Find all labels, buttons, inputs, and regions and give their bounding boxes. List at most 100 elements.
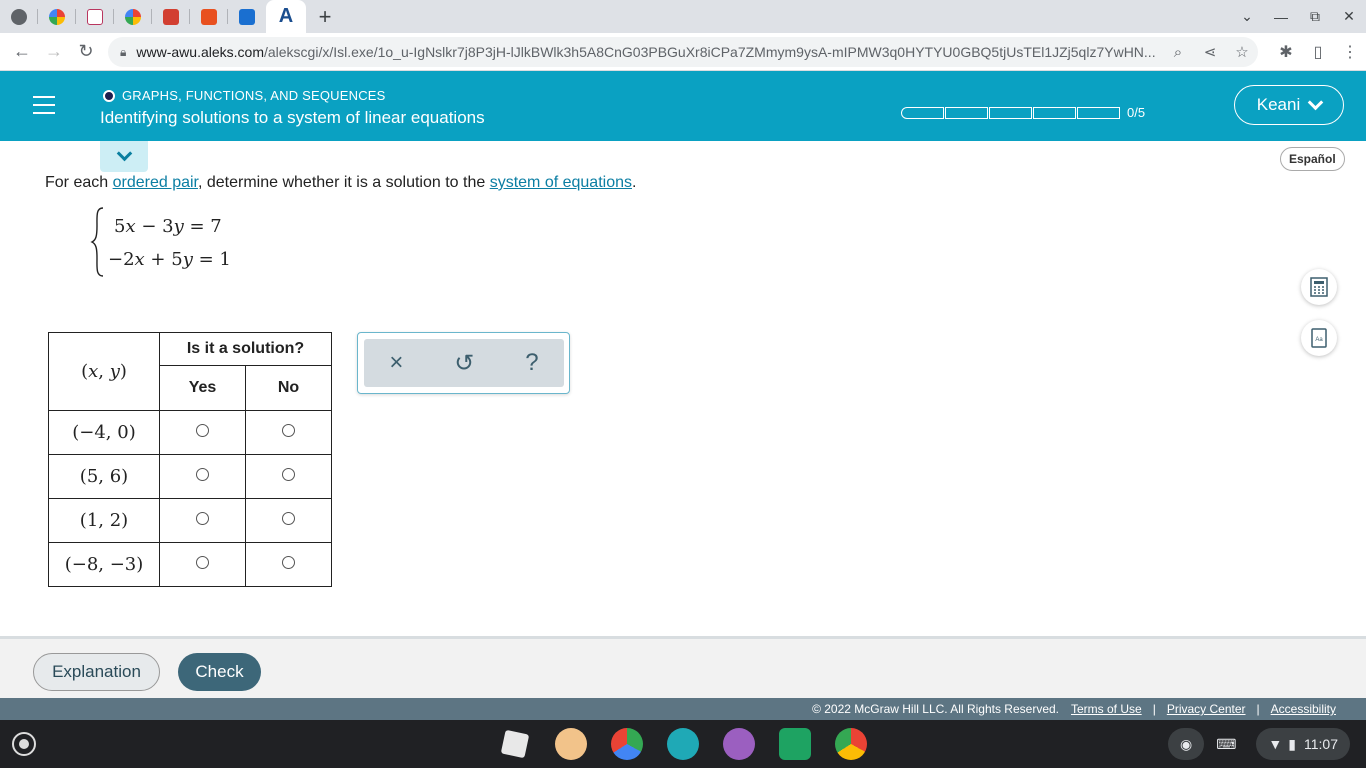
aleks-header: GRAPHS, FUNCTIONS, AND SEQUENCES Identif… xyxy=(0,71,1366,141)
radio-no[interactable] xyxy=(282,511,295,525)
star-icon[interactable]: ☆ xyxy=(1226,43,1258,61)
side-panel-icon[interactable]: ▯ xyxy=(1302,42,1334,62)
app-whale-icon[interactable] xyxy=(667,728,699,760)
pair-cell: (1, 2) xyxy=(48,498,160,543)
app-roblox-icon[interactable] xyxy=(500,729,530,759)
minimize-icon[interactable]: — xyxy=(1264,9,1298,25)
slides-icon xyxy=(163,8,179,25)
espanol-button[interactable]: Español xyxy=(1280,147,1345,171)
browser-actions: ✱ ▯ ⋮ xyxy=(1270,33,1366,71)
answer-toolbar: × ↺ ? xyxy=(364,339,564,387)
os-shelf: ◉ ⌨ ▼ ▮ 11:07 xyxy=(0,720,1366,768)
speaker-icon: ◉ xyxy=(1179,735,1193,752)
battery-icon: ▮ xyxy=(1288,735,1296,752)
footer-actions: Explanation Check xyxy=(0,636,1366,698)
terms-link[interactable]: Terms of Use xyxy=(1071,702,1142,716)
collapse-header-button[interactable] xyxy=(100,141,148,172)
tab-search-icon[interactable]: ⌄ xyxy=(1230,8,1264,25)
pair-cell: (−8, −3) xyxy=(48,542,160,587)
launcher-icon[interactable] xyxy=(12,732,36,756)
url-path: /alekscgi/x/Isl.exe/1o_u-IgNslkr7j8P3jH-… xyxy=(263,44,1156,60)
app-chrome-icon[interactable] xyxy=(835,728,867,760)
share-icon[interactable]: ⋖ xyxy=(1194,43,1226,61)
tab-slides-1[interactable] xyxy=(152,0,190,33)
app-calculator-icon[interactable] xyxy=(779,728,811,760)
copyright-text: © 2022 McGraw Hill LLC. All Rights Reser… xyxy=(812,702,1059,716)
extensions-icon[interactable]: ✱ xyxy=(1270,42,1302,62)
address-bar[interactable]: 🔒︎ www-awu.aleks.com/alekscgi/x/Isl.exe/… xyxy=(108,37,1258,67)
reload-button[interactable]: ↻ xyxy=(70,33,102,71)
solution-table: (x, y) Is it a solution? Yes No (−4, 0) … xyxy=(48,332,332,587)
tab-globe[interactable] xyxy=(0,0,38,33)
hamburger-menu-icon[interactable] xyxy=(33,96,55,114)
progress-segment xyxy=(945,106,988,119)
tab-slides-2[interactable] xyxy=(190,0,228,33)
pair-column-header: (x, y) xyxy=(48,332,160,411)
system-of-equations-link[interactable]: system of equations xyxy=(490,174,632,191)
ordered-pair-link[interactable]: ordered pair xyxy=(113,174,198,191)
status-pill[interactable]: ▼ ▮ 11:07 xyxy=(1256,728,1350,760)
calculator-button[interactable] xyxy=(1301,269,1337,305)
app-game-icon[interactable] xyxy=(555,728,587,760)
radio-no[interactable] xyxy=(282,467,295,481)
app-play-store-icon[interactable] xyxy=(611,728,643,760)
close-window-icon[interactable]: ✕ xyxy=(1332,8,1366,25)
radio-no[interactable] xyxy=(282,555,295,569)
table-row: (1, 2) xyxy=(48,498,332,543)
radio-yes[interactable] xyxy=(196,555,209,569)
tab-google-2[interactable] xyxy=(114,0,152,33)
copyright-bar: © 2022 McGraw Hill LLC. All Rights Reser… xyxy=(0,698,1366,720)
question-prompt: For each ordered pair, determine whether… xyxy=(45,174,637,191)
keyboard-icon[interactable]: ⌨ xyxy=(1216,736,1236,753)
radio-yes[interactable] xyxy=(196,423,209,437)
topic-dot-icon xyxy=(103,89,115,102)
dictionary-button[interactable]: Aa xyxy=(1301,320,1337,356)
no-header: No xyxy=(245,365,332,411)
progress-segment xyxy=(1077,106,1120,119)
privacy-link[interactable]: Privacy Center xyxy=(1167,702,1246,716)
radio-yes[interactable] xyxy=(196,467,209,481)
forward-button[interactable]: → xyxy=(38,33,70,71)
accessibility-link[interactable]: Accessibility xyxy=(1271,702,1336,716)
topic-name: GRAPHS, FUNCTIONS, AND SEQUENCES xyxy=(122,88,386,103)
user-name: Keani xyxy=(1256,95,1301,114)
shelf-apps xyxy=(499,728,891,760)
globe-icon xyxy=(11,8,27,25)
help-button[interactable]: ? xyxy=(525,349,538,377)
progress-segment xyxy=(901,106,944,119)
progress-segment xyxy=(989,106,1032,119)
chevron-down-icon xyxy=(116,145,132,162)
back-button[interactable]: ← xyxy=(6,33,38,71)
check-button[interactable]: Check xyxy=(178,653,261,691)
google-icon xyxy=(49,8,65,25)
undo-button[interactable]: ↺ xyxy=(454,349,474,378)
pair-cell: (−4, 0) xyxy=(48,410,160,455)
browser-toolbar: ← → ↻ 🔒︎ www-awu.aleks.com/alekscgi/x/Is… xyxy=(0,33,1366,71)
slides-icon xyxy=(201,8,217,25)
clear-button[interactable]: × xyxy=(389,349,403,377)
tab-google-1[interactable] xyxy=(38,0,76,33)
tab-aleks-reader[interactable] xyxy=(228,0,266,33)
menu-kebab-icon[interactable]: ⋮ xyxy=(1334,42,1366,62)
table-row: (−8, −3) xyxy=(48,542,332,587)
explanation-button[interactable]: Explanation xyxy=(33,653,160,691)
lesson-title: Identifying solutions to a system of lin… xyxy=(100,108,485,127)
media-pill[interactable]: ◉ xyxy=(1167,728,1205,760)
calculator-icon xyxy=(1310,277,1328,297)
user-menu-button[interactable]: Keani xyxy=(1234,85,1344,125)
browser-tab-bar: A + ⌄ — ⧉ ✕ xyxy=(0,0,1366,33)
url-host: www-awu.aleks.com xyxy=(136,44,264,60)
tab-mcgraw[interactable] xyxy=(76,0,114,33)
zoom-icon[interactable]: ⌕ xyxy=(1162,44,1194,61)
progress-segment xyxy=(1033,106,1076,119)
topic-line: GRAPHS, FUNCTIONS, AND SEQUENCES xyxy=(103,88,386,103)
radio-no[interactable] xyxy=(282,423,295,437)
arrow-right-icon: → xyxy=(45,41,63,61)
app-noggin-icon[interactable] xyxy=(723,728,755,760)
restore-icon[interactable]: ⧉ xyxy=(1298,8,1332,25)
tab-aleks-active[interactable]: A xyxy=(266,0,306,33)
radio-yes[interactable] xyxy=(196,511,209,525)
lock-icon: 🔒︎ xyxy=(120,44,127,59)
progress-text: 0/5 xyxy=(1127,105,1146,120)
new-tab-button[interactable]: + xyxy=(306,0,344,33)
